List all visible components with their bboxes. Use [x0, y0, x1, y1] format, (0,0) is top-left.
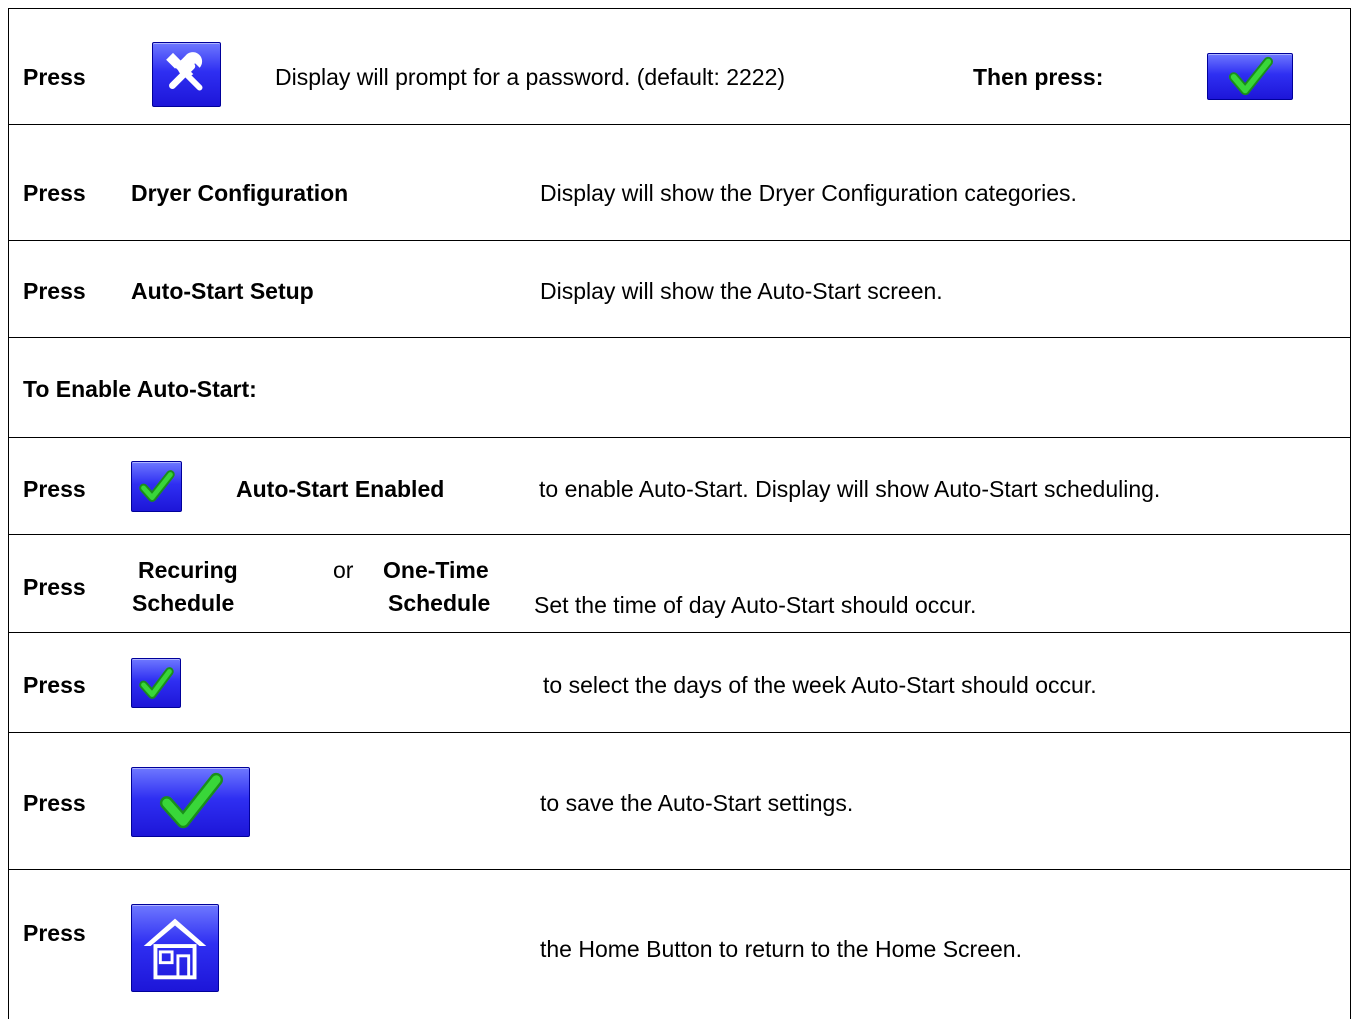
- press-label: Press: [23, 574, 86, 600]
- then-press-label: Then press:: [973, 64, 1104, 90]
- press-label: Press: [23, 64, 86, 90]
- press-label: Press: [23, 476, 86, 502]
- press-label: Press: [23, 180, 86, 206]
- press-label: Press: [23, 672, 86, 698]
- press-label: Press: [23, 920, 86, 946]
- tools-icon: [166, 52, 203, 91]
- auto-start-enabled-checkbox[interactable]: [131, 461, 182, 512]
- save-text: to save the Auto-Start settings.: [540, 790, 854, 816]
- password-prompt-text: Display will prompt for a password. (def…: [275, 64, 786, 90]
- schedule-text: Set the time of day Auto-Start should oc…: [534, 592, 977, 618]
- auto-start-enabled-label: Auto-Start Enabled: [236, 476, 445, 502]
- auto-start-enabled-text: to enable Auto-Start. Display will show …: [539, 476, 1161, 502]
- recurring-schedule-line2[interactable]: Schedule: [132, 590, 234, 616]
- auto-start-setup-text: Display will show the Auto-Start screen.: [540, 278, 943, 304]
- row-schedule: [8, 535, 1351, 633]
- home-button[interactable]: [131, 904, 219, 992]
- day-select-checkbox[interactable]: [131, 658, 181, 708]
- dryer-configuration-text: Display will show the Dryer Configuratio…: [540, 180, 1077, 206]
- checkmark-icon: [139, 667, 174, 699]
- dryer-configuration-button-label: Dryer Configuration: [131, 180, 349, 206]
- auto-start-setup-button-label: Auto-Start Setup: [131, 278, 314, 304]
- checkmark-icon: [1228, 56, 1273, 96]
- press-label: Press: [23, 278, 86, 304]
- section-heading: To Enable Auto-Start:: [23, 376, 257, 402]
- or-text: or: [333, 557, 354, 583]
- confirm-button[interactable]: [1207, 53, 1293, 100]
- press-label: Press: [23, 790, 86, 816]
- one-time-schedule-line2[interactable]: Schedule: [388, 590, 490, 616]
- home-text: the Home Button to return to the Home Sc…: [540, 936, 1022, 962]
- recurring-schedule-line1[interactable]: Recuring: [138, 557, 238, 583]
- checkmark-icon: [159, 772, 224, 829]
- checkmark-icon: [139, 470, 175, 502]
- tools-button[interactable]: [152, 42, 221, 107]
- one-time-schedule-line1[interactable]: One-Time: [383, 557, 489, 583]
- home-icon: [143, 918, 207, 980]
- select-days-text: to select the days of the week Auto-Star…: [543, 672, 1097, 698]
- save-button[interactable]: [131, 767, 250, 837]
